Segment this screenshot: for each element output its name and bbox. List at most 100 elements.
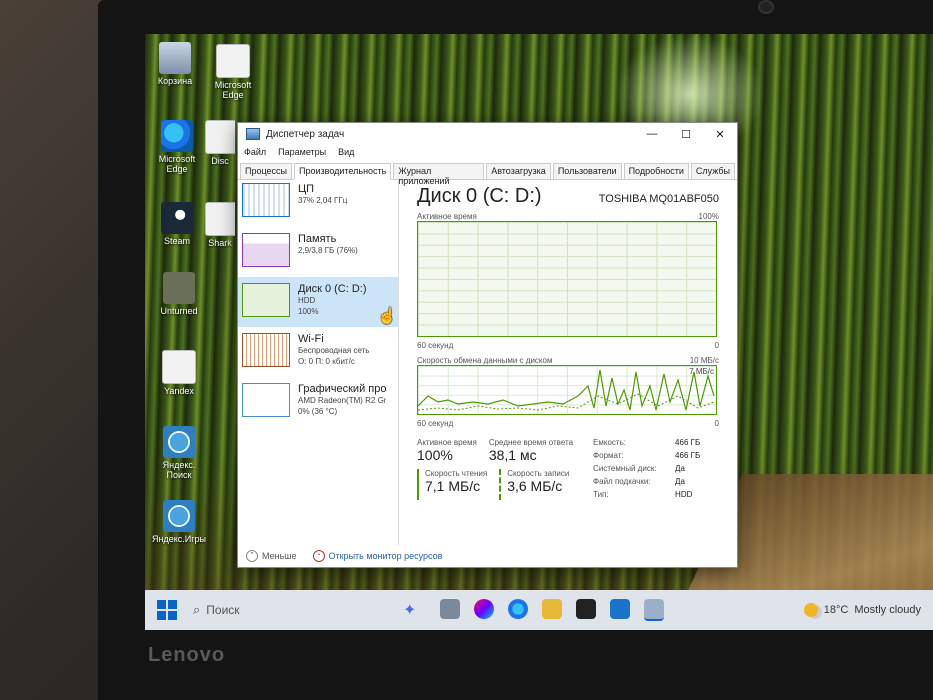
disk-title: Диск 0 (C: D:) <box>417 185 542 207</box>
window-title: Диспетчер задач <box>266 128 345 140</box>
resource-name: Wi-Fi <box>298 333 324 345</box>
task-manager-icon <box>246 128 260 140</box>
desktop-icon-label: Яндекс.Игры <box>152 534 206 544</box>
recycle-bin-icon <box>159 42 191 74</box>
resource-disk0[interactable]: Диск 0 (C: D:) HDD 100% <box>238 277 398 327</box>
desktop-icon-label: Disc <box>211 156 229 166</box>
file-explorer-icon[interactable] <box>542 599 563 619</box>
menu-bar: Файл Параметры Вид <box>238 145 737 163</box>
transfer-rate-chart: 7 МБ/с <box>417 365 717 415</box>
desktop-icon-edge-shortcut[interactable]: Microsoft Edge <box>203 44 263 100</box>
copilot-icon[interactable] <box>474 599 495 619</box>
desktop-icon-label: Yandex <box>164 386 194 396</box>
active-time-label: Активное время <box>417 438 477 447</box>
resource-gpu[interactable]: Графический про AMD Radeon(TM) R2 Gr 0% … <box>238 377 398 427</box>
read-speed-label: Скорость чтения <box>425 469 488 478</box>
cpu-mini-graph <box>242 183 290 217</box>
task-manager-taskbar-icon[interactable] <box>644 599 665 621</box>
maximize-button[interactable]: ☐ <box>669 128 703 141</box>
prop-key: Емкость: <box>593 438 626 447</box>
prop-value: HDD <box>675 490 693 499</box>
resource-wifi[interactable]: Wi-Fi Беспроводная сеть О: 0 П: 0 кбит/с <box>238 327 398 377</box>
title-bar[interactable]: Диспетчер задач — ☐ ✕ <box>238 123 737 145</box>
desktop-icon-label: Корзина <box>157 76 193 86</box>
menu-view[interactable]: Вид <box>338 147 354 161</box>
prop-key: Системный диск: <box>593 464 657 473</box>
resource-sub: 37% 2,04 ГГц <box>298 196 348 205</box>
desktop-icon-recycle-bin[interactable]: Корзина <box>145 42 205 86</box>
taskbar: ⌕ Поиск ✦ 18°C Mostly cloudy <box>145 590 933 630</box>
transfer-rate-lines <box>418 369 715 411</box>
close-button[interactable]: ✕ <box>703 128 737 141</box>
disk-details: Диск 0 (C: D:) TOSHIBA MQ01ABF050 Активн… <box>399 177 737 545</box>
screen: Корзина Microsoft Edge Microsoft Edge Di… <box>145 34 933 630</box>
desktop-icon-label: Unturned <box>160 306 198 316</box>
desktop-icon-edge[interactable]: Microsoft Edge <box>147 120 207 174</box>
start-button[interactable] <box>157 600 177 620</box>
resource-sub: AMD Radeon(TM) R2 Gr <box>298 396 387 405</box>
resource-monitor-icon: ◔ <box>312 550 325 562</box>
resource-name: ЦП <box>298 183 315 195</box>
disk-mini-graph <box>242 283 290 317</box>
file-icon <box>205 202 235 236</box>
hand-cursor-icon: ☝ <box>377 308 397 325</box>
resource-cpu[interactable]: ЦП 37% 2,04 ГГц <box>238 177 398 227</box>
task-view-icon[interactable] <box>440 599 461 619</box>
active-time-chart-max: 100% <box>698 212 719 221</box>
desktop-icon-unturned[interactable]: Unturned <box>149 272 209 316</box>
desktop-icon-shark[interactable]: Shark <box>205 202 235 248</box>
taskbar-search[interactable]: ⌕ Поиск <box>193 596 343 624</box>
game-icon <box>163 272 195 304</box>
mail-icon[interactable] <box>610 599 631 619</box>
fewer-details-label: Меньше <box>262 551 297 561</box>
partly-cloudy-icon <box>803 603 818 617</box>
active-time-chart-min: 0 <box>714 341 719 350</box>
menu-options[interactable]: Параметры <box>278 147 326 161</box>
disk-model: TOSHIBA MQ01ABF050 <box>598 193 719 205</box>
resource-sub2: О: 0 П: 0 кбит/с <box>298 357 355 366</box>
prop-value: Да <box>675 477 685 486</box>
desktop-icon-disc[interactable]: Disc <box>205 120 235 166</box>
task-manager-window: Диспетчер задач — ☐ ✕ Файл Параметры Вид… <box>237 122 738 568</box>
resource-sub: HDD <box>298 296 316 305</box>
open-resource-monitor-link[interactable]: ◔ Открыть монитор ресурсов <box>312 550 443 562</box>
desktop-icon-yandex[interactable]: Yandex <box>149 350 209 396</box>
active-time-chart-span: 60 секунд <box>417 341 454 350</box>
resource-memory[interactable]: Память 2,9/3,8 ГБ (76%) <box>238 227 398 277</box>
edge-icon <box>161 120 193 152</box>
copilot-sparkle-icon[interactable]: ✦ <box>403 600 416 620</box>
resource-sub2: 100% <box>298 307 319 316</box>
resource-name: Графический про <box>298 383 387 395</box>
desktop-icon-yandex-games[interactable]: Яндекс.Игры <box>149 500 209 544</box>
steam-icon <box>161 202 193 234</box>
disk-properties: Емкость: 466 ГБ Формат: 466 ГБ Системный д… <box>593 438 700 500</box>
file-icon <box>162 350 196 384</box>
desktop-icon-steam[interactable]: Steam <box>147 202 207 246</box>
chevron-up-icon: ⌃ <box>246 550 258 562</box>
windows-logo-tile <box>168 600 177 609</box>
open-resource-monitor-label: Открыть монитор ресурсов <box>328 551 443 561</box>
wifi-mini-graph <box>242 333 290 367</box>
weather-widget[interactable]: 18°C Mostly cloudy <box>803 603 921 617</box>
avg-response-value: 38,1 мс <box>488 447 537 463</box>
window-controls: — ☐ ✕ <box>635 128 737 141</box>
write-speed-label: Скорость записи <box>507 469 570 478</box>
menu-file[interactable]: Файл <box>244 147 266 161</box>
edge-taskbar-icon[interactable] <box>508 599 529 619</box>
resource-name: Память <box>298 233 337 245</box>
file-icon <box>205 120 235 154</box>
weather-temp: 18°C <box>823 604 849 616</box>
store-icon[interactable] <box>576 599 597 619</box>
prop-key: Формат: <box>593 451 624 460</box>
prop-value: Да <box>675 464 685 473</box>
fewer-details-button[interactable]: ⌃ Меньше <box>246 550 297 562</box>
minimize-button[interactable]: — <box>635 128 669 141</box>
performance-body: ЦП 37% 2,04 ГГц Память 2,9/3,8 ГБ (76%) … <box>238 177 737 545</box>
memory-mini-graph <box>242 233 290 267</box>
resource-sub: 2,9/3,8 ГБ (76%) <box>298 246 358 255</box>
active-time-chart <box>417 221 717 337</box>
desktop-icon-yandex-search[interactable]: Яндекс. Поиск <box>149 426 209 480</box>
webcam <box>758 0 774 14</box>
desktop-icon-label: Яндекс. Поиск <box>162 460 196 480</box>
resource-list: ЦП 37% 2,04 ГГц Память 2,9/3,8 ГБ (76%) … <box>238 177 399 545</box>
